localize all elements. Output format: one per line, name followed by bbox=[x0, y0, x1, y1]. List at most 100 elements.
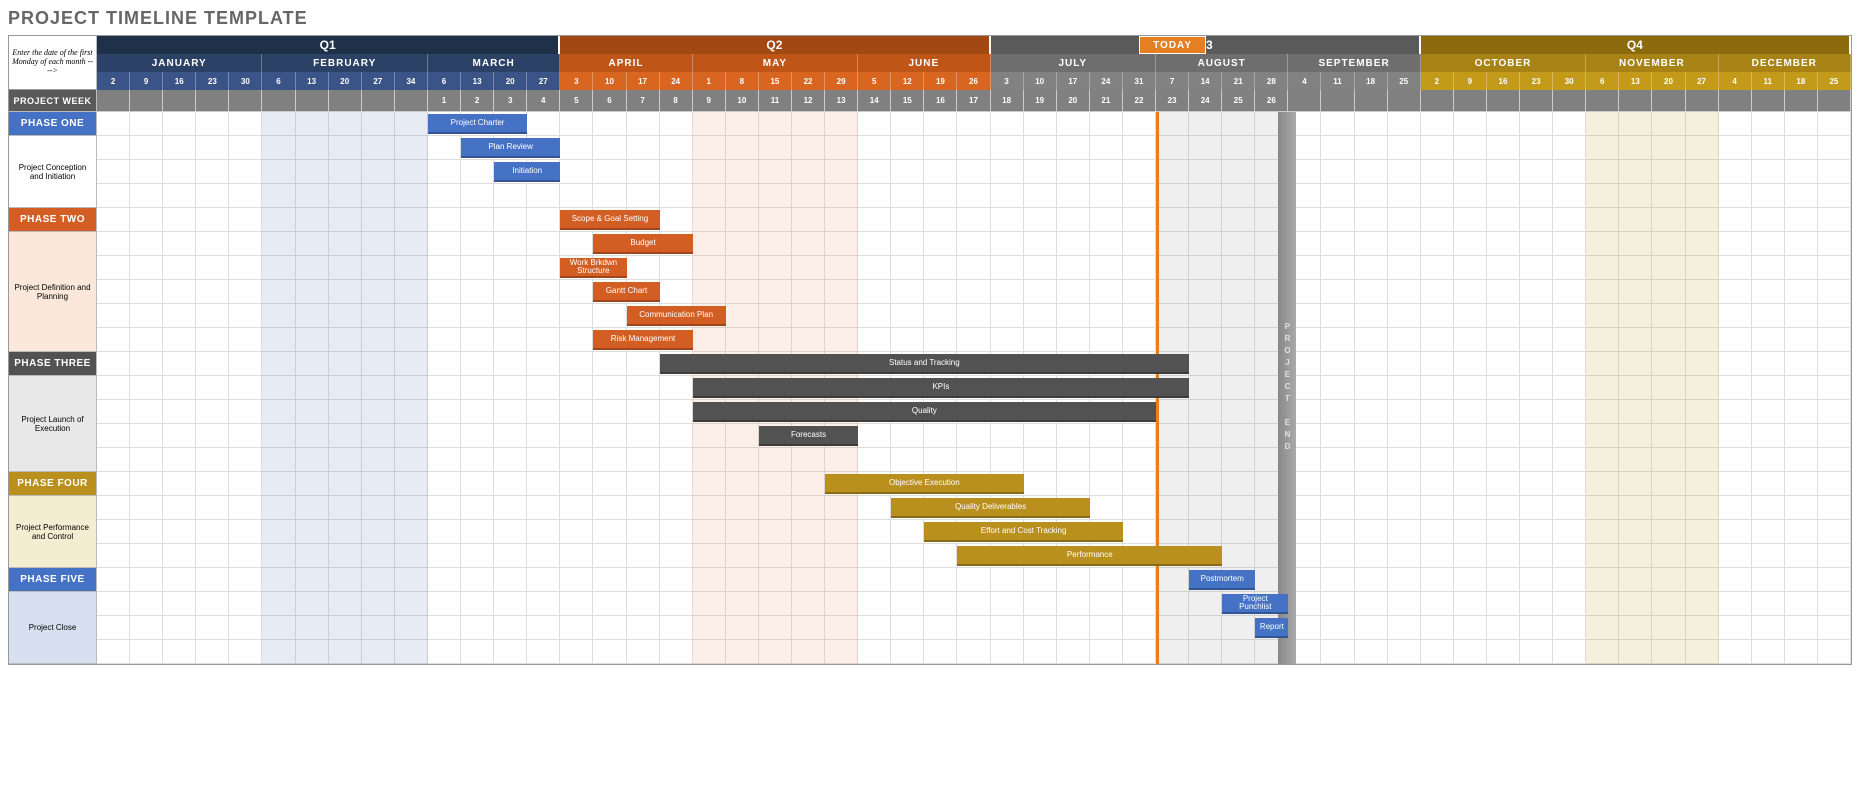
week-header: 7 bbox=[1156, 72, 1189, 90]
project-week-cell: 12 bbox=[792, 90, 825, 112]
project-week-label: PROJECT WEEK bbox=[9, 90, 97, 112]
project-week-cell: 5 bbox=[560, 90, 593, 112]
project-week-cell bbox=[1719, 90, 1752, 112]
week-header: 20 bbox=[1652, 72, 1685, 90]
week-header: 23 bbox=[1520, 72, 1553, 90]
week-header: 27 bbox=[362, 72, 395, 90]
project-week-cell bbox=[130, 90, 163, 112]
quarter-row: Enter the date of the first Monday of ea… bbox=[9, 36, 1851, 54]
week-header: 27 bbox=[527, 72, 560, 90]
week-header: 19 bbox=[924, 72, 957, 90]
phase-header: PHASE THREE bbox=[9, 352, 97, 376]
month-header: DECEMBER bbox=[1719, 54, 1851, 72]
week-header: 5 bbox=[858, 72, 891, 90]
week-header: 20 bbox=[329, 72, 362, 90]
month-header: APRIL bbox=[560, 54, 692, 72]
month-header: JULY bbox=[991, 54, 1156, 72]
phase-header: PHASE FOUR bbox=[9, 472, 97, 496]
week-header: 17 bbox=[1057, 72, 1090, 90]
week-header: 6 bbox=[428, 72, 461, 90]
week-header: 9 bbox=[130, 72, 163, 90]
phase-header: PHASE FIVE bbox=[9, 568, 97, 592]
week-header: 2 bbox=[1421, 72, 1454, 90]
project-week-cell: 8 bbox=[660, 90, 693, 112]
week-header: 15 bbox=[759, 72, 792, 90]
project-week-cell bbox=[1454, 90, 1487, 112]
week-header: 16 bbox=[163, 72, 196, 90]
project-week-cell bbox=[1686, 90, 1719, 112]
project-week-cell bbox=[163, 90, 196, 112]
project-week-cell: 13 bbox=[825, 90, 858, 112]
week-header: 4 bbox=[1288, 72, 1321, 90]
project-week-cell: 22 bbox=[1123, 90, 1156, 112]
project-week-cell bbox=[1652, 90, 1685, 112]
week-header: 12 bbox=[891, 72, 924, 90]
month-header: FEBRUARY bbox=[262, 54, 427, 72]
week-header: 25 bbox=[1388, 72, 1421, 90]
project-week-cell: 17 bbox=[957, 90, 990, 112]
month-header: AUGUST bbox=[1156, 54, 1288, 72]
week-header: 22 bbox=[792, 72, 825, 90]
project-week-cell bbox=[1520, 90, 1553, 112]
week-header: 14 bbox=[1189, 72, 1222, 90]
week-header: 4 bbox=[1719, 72, 1752, 90]
week-header: 11 bbox=[1752, 72, 1785, 90]
week-header: 27 bbox=[1686, 72, 1719, 90]
week-header: 13 bbox=[296, 72, 329, 90]
project-week-cell bbox=[1752, 90, 1785, 112]
phase-description: Project Conception and Initiation bbox=[9, 136, 97, 208]
week-header: 24 bbox=[1090, 72, 1123, 90]
chart-body: PROJECT ENDPHASE ONEProject Conception a… bbox=[9, 112, 1851, 664]
project-week-cell: 14 bbox=[858, 90, 891, 112]
month-header: MAY bbox=[693, 54, 858, 72]
project-week-cell bbox=[1553, 90, 1586, 112]
project-week-cell: 7 bbox=[627, 90, 660, 112]
week-header: 9 bbox=[1454, 72, 1487, 90]
project-week-cell: 2 bbox=[461, 90, 494, 112]
project-week-cell bbox=[395, 90, 428, 112]
quarter-header: Q4 bbox=[1421, 36, 1851, 54]
week-header: 3 bbox=[991, 72, 1024, 90]
week-header: 17 bbox=[627, 72, 660, 90]
project-week-cell bbox=[1619, 90, 1652, 112]
project-week-cell bbox=[1818, 90, 1851, 112]
week-header: 29 bbox=[825, 72, 858, 90]
week-header: 3 bbox=[560, 72, 593, 90]
week-header: 34 bbox=[395, 72, 428, 90]
week-header: 1 bbox=[693, 72, 726, 90]
project-week-row: PROJECT WEEK 123456789101112131415161718… bbox=[9, 90, 1851, 112]
project-week-cell bbox=[1421, 90, 1454, 112]
week-header: 20 bbox=[494, 72, 527, 90]
month-header: OCTOBER bbox=[1421, 54, 1586, 72]
week-header: 31 bbox=[1123, 72, 1156, 90]
week-header: 10 bbox=[593, 72, 626, 90]
month-header: JANUARY bbox=[97, 54, 262, 72]
week-header: 13 bbox=[461, 72, 494, 90]
week-header: 26 bbox=[957, 72, 990, 90]
project-week-cell bbox=[97, 90, 130, 112]
page-title: PROJECT TIMELINE TEMPLATE bbox=[8, 8, 1852, 29]
phase-header: PHASE TWO bbox=[9, 208, 97, 232]
week-header: 28 bbox=[1255, 72, 1288, 90]
project-week-cell: 18 bbox=[991, 90, 1024, 112]
project-week-cell bbox=[1288, 90, 1321, 112]
week-header: 2 bbox=[97, 72, 130, 90]
phase-description: Project Performance and Control bbox=[9, 496, 97, 568]
project-week-cell bbox=[1785, 90, 1818, 112]
project-week-cell bbox=[1487, 90, 1520, 112]
project-week-cell: 24 bbox=[1189, 90, 1222, 112]
today-badge: TODAY bbox=[1139, 36, 1205, 54]
project-week-cell: 16 bbox=[924, 90, 957, 112]
project-week-cell bbox=[1586, 90, 1619, 112]
project-week-cell bbox=[1355, 90, 1388, 112]
project-week-cell bbox=[229, 90, 262, 112]
project-week-cell: 25 bbox=[1222, 90, 1255, 112]
project-week-cell bbox=[1321, 90, 1354, 112]
project-week-cell bbox=[1388, 90, 1421, 112]
project-week-cell: 6 bbox=[593, 90, 626, 112]
week-header: 18 bbox=[1355, 72, 1388, 90]
week-header: 21 bbox=[1222, 72, 1255, 90]
week-header: 8 bbox=[726, 72, 759, 90]
week-header: 16 bbox=[1487, 72, 1520, 90]
project-week-cell bbox=[296, 90, 329, 112]
